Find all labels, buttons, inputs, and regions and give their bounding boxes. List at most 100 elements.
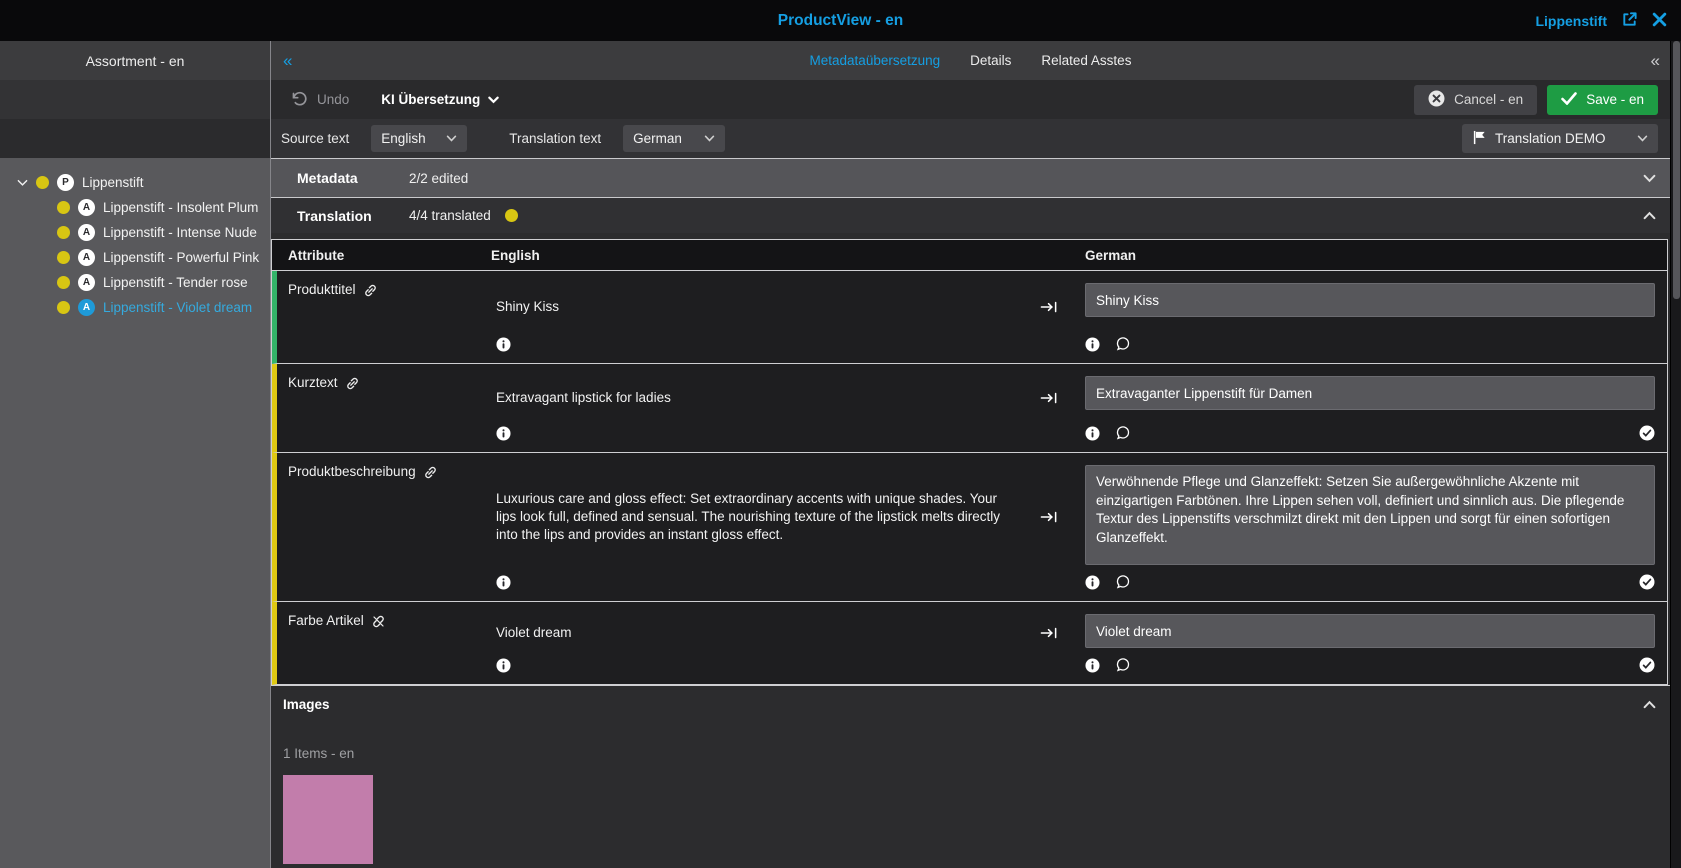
chevron-down-icon[interactable]	[1643, 174, 1656, 183]
product-view-window: ProductView - en Lippenstift Assortment …	[0, 0, 1681, 868]
target-text-input[interactable]	[1085, 376, 1655, 410]
info-icon[interactable]	[1085, 574, 1100, 590]
status-dot	[36, 176, 49, 189]
info-icon[interactable]	[1085, 657, 1100, 673]
main-panel: « Metadataübersetzung Details Related As…	[271, 41, 1670, 868]
source-text: Extravagant lipstick for ladies	[496, 389, 671, 405]
target-language-value: German	[633, 131, 682, 146]
info-icon[interactable]	[496, 657, 511, 673]
article-badge: A	[78, 224, 95, 241]
comment-icon[interactable]	[1115, 336, 1131, 352]
copy-to-target-icon[interactable]	[1040, 626, 1058, 640]
comment-icon[interactable]	[1115, 657, 1131, 673]
status-dot	[57, 301, 70, 314]
translation-section-status: 4/4 translated	[409, 208, 491, 223]
chevron-up-icon[interactable]	[1643, 211, 1656, 220]
info-icon[interactable]	[1085, 336, 1100, 352]
undo-button[interactable]: Undo	[291, 91, 349, 109]
sidebar-band-2	[0, 119, 270, 158]
chevron-down-icon	[1637, 135, 1648, 142]
attribute-label: Produkttitel	[288, 282, 356, 297]
collapse-sidebar-icon[interactable]: «	[283, 51, 292, 71]
comment-icon[interactable]	[1115, 425, 1131, 441]
info-icon[interactable]	[496, 574, 511, 590]
table-row-kurztext: Kurztext Extravagant lipstick for ladies	[272, 364, 1667, 453]
flag-icon	[1472, 130, 1487, 148]
undo-icon	[291, 91, 308, 109]
scrollbar-thumb[interactable]	[1673, 41, 1680, 299]
cancel-circle-icon	[1428, 90, 1445, 110]
tree-item-insolent-plum[interactable]: A Lippenstift - Insolent Plum	[0, 195, 270, 220]
translated-check-icon[interactable]	[1639, 657, 1655, 673]
column-header-english: English	[491, 247, 540, 263]
target-language-select[interactable]: German	[623, 125, 726, 152]
open-external-button[interactable]	[1621, 11, 1638, 31]
chevron-up-icon[interactable]	[1643, 700, 1656, 709]
link-icon[interactable]	[423, 465, 438, 480]
article-badge: A	[78, 299, 95, 316]
link-icon[interactable]	[345, 376, 360, 391]
source-text-label: Source text	[281, 131, 350, 146]
title-bar: ProductView - en Lippenstift	[0, 0, 1681, 41]
attribute-label: Farbe Artikel	[288, 613, 364, 628]
metadata-section-status: 2/2 edited	[409, 170, 469, 186]
metadata-section-header[interactable]: Metadata 2/2 edited	[271, 158, 1670, 197]
language-bar: Source text English Translation text Ger…	[271, 119, 1670, 158]
close-button[interactable]	[1652, 12, 1667, 30]
attribute-label: Kurztext	[288, 375, 338, 390]
tab-details[interactable]: Details	[970, 53, 1011, 68]
translation-section-title: Translation	[297, 207, 372, 224]
product-image-thumbnail[interactable]	[283, 775, 373, 864]
copy-to-target-icon[interactable]	[1040, 391, 1058, 405]
images-section-header[interactable]: Images	[271, 685, 1670, 722]
tree-item-tender-rose[interactable]: A Lippenstift - Tender rose	[0, 270, 270, 295]
tree-item-label: Lippenstift - Intense Nude	[103, 225, 257, 240]
info-icon[interactable]	[496, 425, 511, 441]
target-text-input[interactable]	[1085, 283, 1655, 317]
translation-table: Attribute English German Produkttitel Sh…	[271, 239, 1668, 685]
comment-icon[interactable]	[1115, 574, 1131, 590]
ki-translation-dropdown[interactable]: KI Übersetzung	[381, 92, 500, 107]
info-icon[interactable]	[1085, 425, 1100, 441]
ki-translation-label: KI Übersetzung	[381, 92, 481, 107]
status-dot	[57, 251, 70, 264]
page-scrollbar[interactable]	[1670, 41, 1681, 868]
target-text-input[interactable]	[1085, 465, 1655, 565]
source-language-value: English	[381, 131, 426, 146]
tree-item-label: Lippenstift - Powerful Pink	[103, 250, 260, 265]
tree-item-label: Lippenstift	[82, 175, 144, 190]
translated-check-icon[interactable]	[1639, 425, 1655, 441]
tree-expander-icon[interactable]	[16, 179, 28, 187]
translation-profile-select[interactable]: Translation DEMO	[1462, 124, 1658, 153]
info-icon[interactable]	[496, 336, 511, 352]
status-dot	[57, 226, 70, 239]
translated-check-icon[interactable]	[1639, 574, 1655, 590]
cancel-button[interactable]: Cancel - en	[1414, 84, 1538, 115]
table-row-produkttitel: Produkttitel Shiny Kiss	[272, 271, 1667, 364]
copy-to-target-icon[interactable]	[1040, 300, 1058, 314]
source-text: Shiny Kiss	[496, 298, 560, 314]
tree-item-violet-dream[interactable]: A Lippenstift - Violet dream	[0, 295, 270, 320]
column-header-attribute: Attribute	[288, 247, 345, 263]
unlink-icon[interactable]	[371, 614, 386, 629]
target-text-input[interactable]	[1085, 614, 1655, 648]
copy-to-target-icon[interactable]	[1040, 510, 1058, 524]
save-button[interactable]: Save - en	[1547, 84, 1658, 115]
tab-metadata-translation[interactable]: Metadataübersetzung	[810, 53, 941, 68]
translation-text-label: Translation text	[509, 131, 602, 146]
translation-section-header[interactable]: Translation 4/4 translated	[271, 197, 1670, 233]
link-icon[interactable]	[363, 283, 378, 298]
status-dot	[57, 276, 70, 289]
sidebar-header: Assortment - en	[0, 41, 270, 80]
tree-item-label: Lippenstift - Tender rose	[103, 275, 248, 290]
tree-item-powerful-pink[interactable]: A Lippenstift - Powerful Pink	[0, 245, 270, 270]
tree-item-intense-nude[interactable]: A Lippenstift - Intense Nude	[0, 220, 270, 245]
chevron-down-icon	[446, 135, 457, 142]
source-language-select[interactable]: English	[371, 125, 468, 152]
tree-item-lippenstift[interactable]: P Lippenstift	[0, 170, 270, 195]
collapse-panel-icon[interactable]: «	[1651, 51, 1660, 71]
tabs: Metadataübersetzung Details Related Asst…	[810, 53, 1132, 68]
chevron-down-icon	[488, 92, 500, 107]
tab-related-assets[interactable]: Related Asstes	[1041, 53, 1131, 68]
window-title: ProductView - en	[777, 11, 904, 29]
